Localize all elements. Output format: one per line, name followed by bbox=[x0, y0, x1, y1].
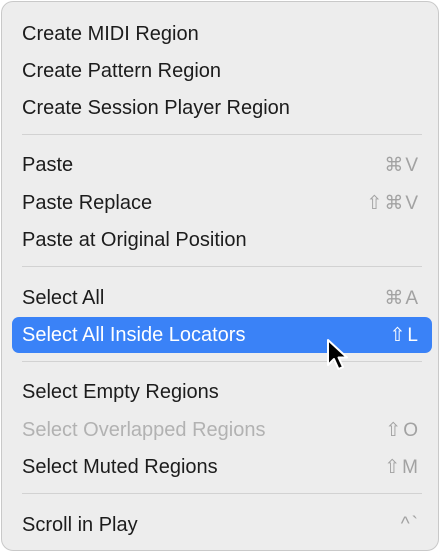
menu-item-shortcut: ⌘A bbox=[384, 287, 420, 309]
menu-item-shortcut: ^` bbox=[400, 514, 420, 535]
menu-item-shortcut: ⇧⌘V bbox=[366, 192, 420, 214]
menu-item-label: Create Pattern Region bbox=[22, 59, 222, 82]
menu-item-select-all[interactable]: Select All ⌘A bbox=[12, 280, 432, 316]
menu-item-create-midi-region[interactable]: Create MIDI Region bbox=[12, 16, 432, 52]
menu-item-label: Paste bbox=[22, 153, 74, 176]
menu-item-select-overlapped-regions: Select Overlapped Regions ⇧O bbox=[12, 412, 432, 448]
context-menu: Create MIDI Region Create Pattern Region… bbox=[1, 1, 439, 551]
menu-item-select-muted-regions[interactable]: Select Muted Regions ⇧M bbox=[12, 449, 432, 485]
menu-item-label: Scroll in Play bbox=[22, 513, 138, 536]
menu-item-label: Create MIDI Region bbox=[22, 22, 199, 45]
menu-item-paste[interactable]: Paste ⌘V bbox=[12, 147, 432, 183]
menu-item-label: Paste at Original Position bbox=[22, 228, 247, 251]
menu-item-paste-at-original-position[interactable]: Paste at Original Position bbox=[12, 222, 432, 258]
menu-item-shortcut: ⇧M bbox=[384, 456, 420, 478]
menu-item-label: Select All Inside Locators bbox=[22, 323, 246, 346]
mouse-pointer-icon bbox=[327, 339, 348, 370]
menu-item-label: Select Empty Regions bbox=[22, 380, 219, 403]
menu-item-scroll-in-play[interactable]: Scroll in Play ^` bbox=[12, 507, 432, 543]
menu-item-shortcut: ⌘V bbox=[384, 154, 420, 176]
menu-separator bbox=[22, 134, 422, 135]
menu-item-label: Create Session Player Region bbox=[22, 96, 290, 119]
menu-item-select-empty-regions[interactable]: Select Empty Regions bbox=[12, 374, 432, 410]
menu-item-create-pattern-region[interactable]: Create Pattern Region bbox=[12, 53, 432, 89]
menu-item-label: Paste Replace bbox=[22, 191, 153, 214]
menu-item-paste-replace[interactable]: Paste Replace ⇧⌘V bbox=[12, 185, 432, 221]
menu-item-select-all-inside-locators[interactable]: Select All Inside Locators ⇧L bbox=[12, 317, 432, 353]
menu-item-shortcut: ⇧L bbox=[389, 324, 420, 346]
menu-separator bbox=[22, 266, 422, 267]
menu-item-label: Select Muted Regions bbox=[22, 455, 218, 478]
menu-separator bbox=[22, 493, 422, 494]
menu-item-label: Select Overlapped Regions bbox=[22, 418, 266, 441]
menu-item-shortcut: ⇧O bbox=[385, 419, 420, 441]
menu-item-label: Select All bbox=[22, 286, 105, 309]
menu-separator bbox=[22, 361, 422, 362]
menu-item-create-session-player-region[interactable]: Create Session Player Region bbox=[12, 90, 432, 126]
